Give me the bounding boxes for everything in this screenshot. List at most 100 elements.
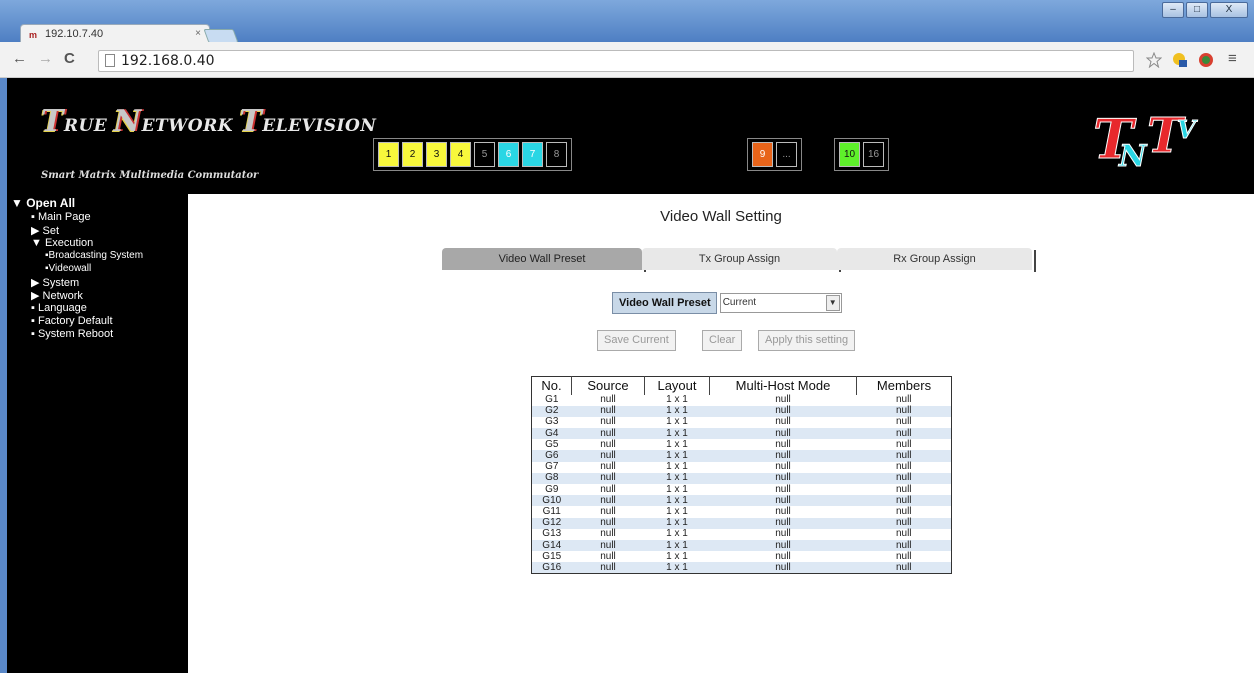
sidebar-open-all[interactable]: ▼ Open All: [11, 196, 75, 210]
menu-icon[interactable]: ≡: [1228, 50, 1237, 67]
table-cell: G5: [531, 439, 572, 451]
address-bar[interactable]: 192.168.0.40: [98, 50, 1134, 72]
reload-icon[interactable]: C: [64, 50, 75, 67]
table-row: G5 null 1 x 1 null null: [531, 439, 952, 451]
brand-subtitle: Smart Matrix Multimedia Commutator: [41, 170, 259, 181]
channel-button[interactable]: 5: [474, 142, 495, 167]
sidebar-item-set[interactable]: ▶ Set: [31, 224, 59, 237]
table-row: G11 null 1 x 1 null null: [531, 506, 952, 518]
table-cell: G15: [531, 551, 572, 563]
table-cell: null: [709, 394, 857, 406]
forward-arrow-icon[interactable]: →: [38, 50, 53, 67]
table-cell: G14: [531, 539, 572, 552]
sidebar-item-system[interactable]: ▶ System: [31, 276, 79, 289]
table-cell: 1 x 1: [644, 495, 710, 507]
browser-tab[interactable]: m 192.10.7.40 ×: [20, 24, 210, 44]
table-cell: null: [571, 461, 645, 473]
table-cell: null: [856, 416, 952, 429]
table-cell: null: [709, 416, 857, 429]
apply-setting-button[interactable]: Apply this setting: [758, 330, 856, 351]
table-cell: null: [856, 517, 952, 529]
table-row: G3 null 1 x 1 null null: [531, 416, 952, 429]
table-row: G2 null 1 x 1 null null: [531, 405, 952, 417]
channel-button[interactable]: 4: [450, 142, 471, 167]
table-cell: null: [709, 562, 857, 574]
table-cell: 1 x 1: [644, 416, 710, 429]
sidebar-item-execution[interactable]: ▼ Execution: [31, 237, 93, 249]
table-cell: 1 x 1: [644, 551, 710, 563]
table-cell: null: [571, 484, 645, 496]
column-header: Source: [571, 376, 645, 395]
table-cell: null: [571, 416, 645, 429]
table-cell: 1 x 1: [644, 528, 710, 540]
channel-button[interactable]: 9: [752, 142, 773, 167]
preset-select-value: Current: [722, 297, 757, 308]
channel-button[interactable]: ...: [776, 142, 797, 167]
tab-video-wall-preset[interactable]: Video Wall Preset: [442, 248, 646, 272]
table-cell: null: [709, 506, 857, 518]
channel-button[interactable]: 3: [426, 142, 447, 167]
table-cell: null: [856, 405, 952, 417]
preset-select[interactable]: Current ▼: [719, 293, 842, 313]
channel-button[interactable]: 10: [839, 142, 860, 167]
sidebar-menu: ▼ Open All ▪ Main Page ▶ Set ▼ Execution…: [7, 194, 188, 673]
chevron-down-icon[interactable]: ▼: [825, 295, 840, 311]
channel-button[interactable]: 6: [498, 142, 519, 167]
table-cell: 1 x 1: [644, 405, 710, 417]
column-header: No.: [531, 376, 572, 395]
favicon-icon: m: [29, 30, 38, 40]
channel-button[interactable]: 8: [546, 142, 567, 167]
new-tab-button[interactable]: [203, 29, 239, 43]
sidebar-item-language[interactable]: ▪ Language: [31, 302, 87, 314]
table-cell: 1 x 1: [644, 484, 710, 496]
minimize-icon[interactable]: –: [1162, 2, 1184, 18]
table-cell: null: [709, 450, 857, 462]
save-current-button[interactable]: Save Current: [597, 330, 676, 351]
browser-toolbar: ← → C 192.168.0.40 ≡: [0, 42, 1254, 78]
table-cell: G12: [531, 517, 572, 529]
clear-button[interactable]: Clear: [702, 330, 743, 351]
table-cell: null: [709, 439, 857, 451]
table-cell: null: [856, 539, 952, 552]
table-cell: null: [856, 472, 952, 484]
table-cell: G7: [531, 461, 572, 473]
sidebar-item-factory-default[interactable]: ▪ Factory Default: [31, 315, 113, 327]
table-cell: null: [709, 428, 857, 440]
brand-logo: TRUE NETWORK TELEVISION: [41, 104, 377, 139]
sidebar-item-broadcasting[interactable]: ▪Broadcasting System: [45, 250, 143, 261]
table-cell: G8: [531, 472, 572, 484]
table-header-row: No. Source Layout Multi-Host Mode Member…: [531, 376, 952, 395]
star-icon[interactable]: [1146, 52, 1162, 68]
maximize-icon[interactable]: □: [1186, 2, 1208, 18]
tab-tx-group-assign[interactable]: Tx Group Assign: [642, 248, 841, 272]
extension-globe-icon[interactable]: [1198, 52, 1214, 68]
back-arrow-icon[interactable]: ←: [12, 50, 27, 67]
table-cell: null: [709, 495, 857, 507]
header-banner: TRUE NETWORK TELEVISION Smart Matrix Mul…: [7, 78, 1254, 194]
table-cell: null: [856, 484, 952, 496]
channel-button[interactable]: 16: [863, 142, 884, 167]
sidebar-item-system-reboot[interactable]: ▪ System Reboot: [31, 328, 113, 340]
channel-button[interactable]: 1: [378, 142, 399, 167]
close-window-icon[interactable]: X: [1210, 2, 1248, 18]
channel-button[interactable]: 7: [522, 142, 543, 167]
tab-close-icon[interactable]: ×: [195, 28, 201, 39]
channel-button[interactable]: 2: [402, 142, 423, 167]
table-cell: 1 x 1: [644, 472, 710, 484]
extension-icon[interactable]: [1172, 52, 1188, 68]
svg-text:N: N: [1118, 139, 1148, 172]
sidebar-item-network[interactable]: ▶ Network: [31, 289, 83, 302]
table-cell: G9: [531, 484, 572, 496]
table-cell: 1 x 1: [644, 539, 710, 552]
page-title: Video Wall Setting: [660, 208, 782, 225]
table-cell: 1 x 1: [644, 461, 710, 473]
tab-rx-group-assign[interactable]: Rx Group Assign: [837, 248, 1036, 272]
table-cell: null: [856, 495, 952, 507]
table-row: G1 null 1 x 1 null null: [531, 394, 952, 406]
table-cell: null: [571, 394, 645, 406]
sidebar-item-videowall[interactable]: ▪Videowall: [45, 263, 91, 274]
tab-strip: m 192.10.7.40 × – □ X: [0, 0, 1254, 44]
table-cell: null: [571, 562, 645, 574]
table-cell: null: [571, 439, 645, 451]
sidebar-item-main-page[interactable]: ▪ Main Page: [31, 211, 91, 223]
